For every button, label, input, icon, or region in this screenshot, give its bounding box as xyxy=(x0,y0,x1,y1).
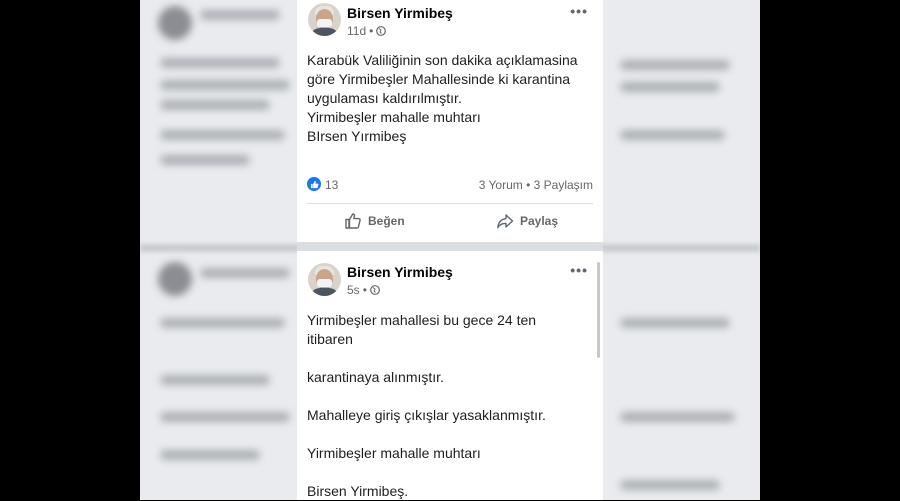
post-meta: 5s • xyxy=(347,283,380,297)
more-options-icon[interactable]: ••• xyxy=(570,262,588,278)
left-letterbox xyxy=(0,0,140,500)
globe-icon xyxy=(376,26,387,36)
more-options-icon[interactable]: ••• xyxy=(570,3,588,19)
share-arrow-icon xyxy=(497,214,514,229)
action-divider xyxy=(307,203,593,204)
meta-separator: • xyxy=(369,24,374,38)
blurred-text xyxy=(200,268,290,278)
meta-separator: • xyxy=(362,283,367,297)
blurred-text xyxy=(160,318,285,328)
share-count[interactable]: 3 Paylaşım xyxy=(534,178,593,192)
engagement-counts: 3 Yorum • 3 Paylaşım xyxy=(479,178,593,192)
blurred-text xyxy=(160,412,290,422)
feed-column: Birsen Yirmibeş 11d • ••• Karabük Valili… xyxy=(297,0,603,500)
post-paragraph: Yirmibeşler mahalle muhtarı xyxy=(307,445,481,461)
post-paragraph: Yirmibeşler mahallesi bu gece 24 ten iti… xyxy=(307,312,537,347)
blurred-text xyxy=(620,318,730,328)
post-time[interactable]: 11d xyxy=(347,24,366,38)
post-paragraph: karantinaya alınmıştır. xyxy=(307,369,444,385)
blurred-text xyxy=(620,412,735,422)
post-paragraph: Karabük Valiliğinin son dakika açıklamas… xyxy=(307,52,578,106)
counts-separator: • xyxy=(526,178,534,192)
post-body: Yirmibeşler mahallesi bu gece 24 ten iti… xyxy=(307,311,567,501)
right-letterbox xyxy=(760,0,900,500)
blurred-text xyxy=(620,130,725,140)
blurred-text xyxy=(160,375,270,385)
post-card: Birsen Yirmibeş 11d • ••• Karabük Valili… xyxy=(297,0,603,242)
like-count[interactable]: 13 xyxy=(325,178,338,192)
blurred-text xyxy=(160,130,285,140)
scrollbar-thumb[interactable] xyxy=(597,262,600,358)
blurred-text xyxy=(160,80,290,90)
share-button[interactable]: Paylaş xyxy=(496,212,558,230)
post-paragraph: Birsen Yirmibeş. xyxy=(307,483,409,499)
globe-icon xyxy=(369,285,380,295)
blurred-avatar xyxy=(158,262,192,296)
blurred-text xyxy=(200,10,280,20)
post-paragraph: Yirmibeşler mahalle muhtarı xyxy=(307,109,481,125)
post-body: Karabük Valiliğinin son dakika açıklamas… xyxy=(307,51,587,146)
post-paragraph: BIrsen Yırmibeş xyxy=(307,128,407,144)
post-card: Birsen Yirmibeş 5s • ••• Yirmibeşler mah… xyxy=(297,251,603,500)
blurred-text xyxy=(160,58,280,68)
author-avatar[interactable] xyxy=(308,263,341,296)
thumbs-up-icon xyxy=(310,180,319,188)
comment-count[interactable]: 3 Yorum xyxy=(479,178,523,192)
blurred-text xyxy=(160,155,250,165)
author-name[interactable]: Birsen Yirmibeş xyxy=(347,264,453,280)
like-button[interactable]: Beğen xyxy=(344,212,405,230)
share-label: Paylaş xyxy=(520,214,559,228)
blurred-text xyxy=(620,480,720,490)
blurred-text xyxy=(620,60,730,70)
post-time[interactable]: 5s xyxy=(347,283,360,297)
thumbs-up-icon xyxy=(345,213,361,229)
author-avatar[interactable] xyxy=(308,3,341,36)
author-name[interactable]: Birsen Yirmibeş xyxy=(347,5,453,21)
blurred-text xyxy=(620,82,720,92)
blurred-text xyxy=(160,100,270,110)
post-paragraph: Mahalleye giriş çıkışlar yasaklanmıştır. xyxy=(307,407,546,423)
blurred-text xyxy=(160,450,260,460)
like-label: Beğen xyxy=(368,214,405,228)
like-reaction-icon[interactable] xyxy=(307,177,321,191)
blurred-avatar xyxy=(158,6,192,40)
post-meta: 11d • xyxy=(347,24,387,38)
